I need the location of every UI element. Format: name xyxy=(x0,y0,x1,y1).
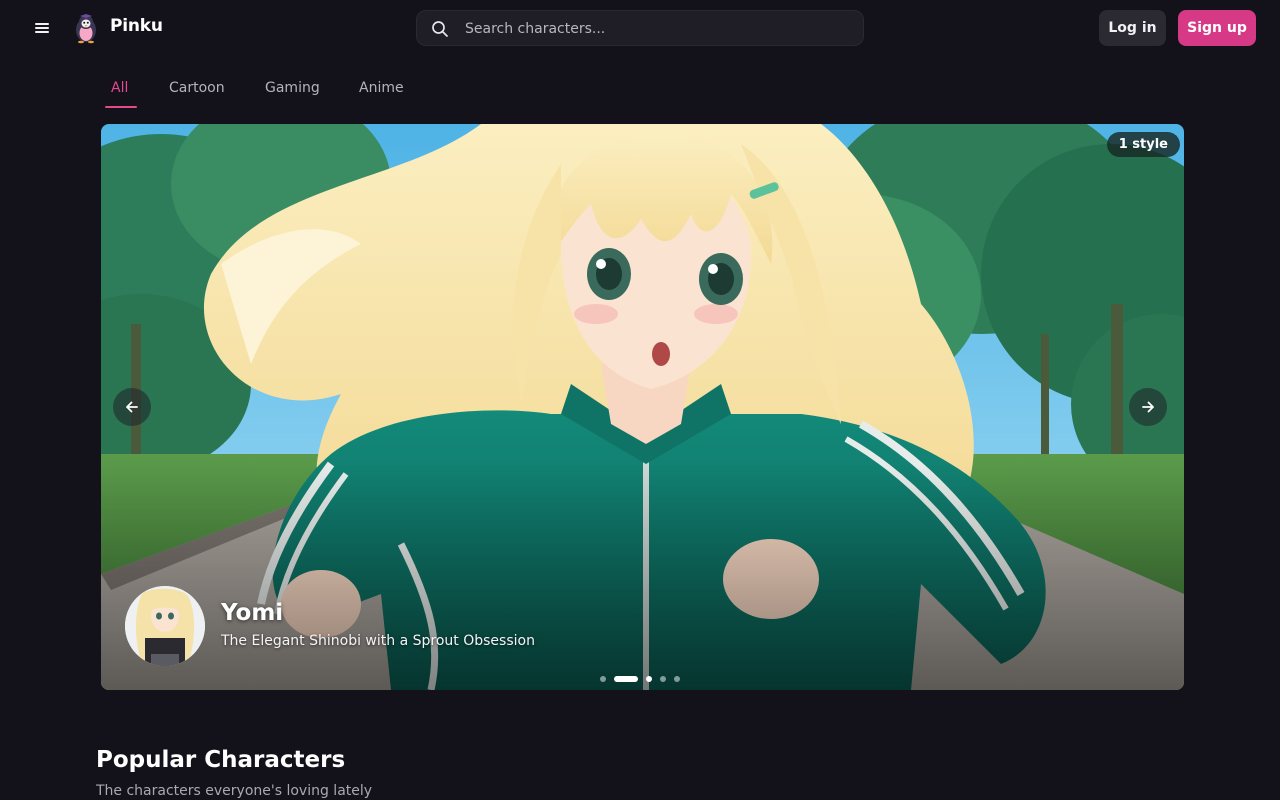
character-name[interactable]: Yomi xyxy=(221,600,283,626)
carousel-next-button[interactable] xyxy=(1129,388,1167,426)
featured-carousel[interactable]: 1 style Yomi The Elegant Shinobi with a … xyxy=(101,124,1184,690)
styles-badge: 1 style xyxy=(1106,132,1180,157)
tab-anime[interactable]: Anime xyxy=(359,80,404,96)
avatar[interactable] xyxy=(125,586,205,666)
carousel-dot-2[interactable] xyxy=(614,676,638,682)
active-tab-indicator xyxy=(105,106,137,108)
carousel-dot-4[interactable] xyxy=(660,676,666,682)
search-input[interactable] xyxy=(465,19,845,39)
search-bar[interactable] xyxy=(416,10,864,46)
carousel-dot-1[interactable] xyxy=(600,676,606,682)
arrow-right-icon xyxy=(1142,401,1154,413)
section-title-popular: Popular Characters xyxy=(96,747,346,773)
tab-gaming[interactable]: Gaming xyxy=(265,80,320,96)
penguin-logo-icon[interactable] xyxy=(70,12,102,44)
brand-name[interactable]: Pinku xyxy=(110,16,163,36)
menu-icon[interactable] xyxy=(30,16,54,40)
top-header: Pinku Log in Sign up xyxy=(0,0,1280,56)
section-subtitle-popular: The characters everyone's loving lately xyxy=(96,783,373,799)
signup-button[interactable]: Sign up xyxy=(1178,10,1256,46)
carousel-pagination xyxy=(600,676,682,682)
carousel-dot-5[interactable] xyxy=(674,676,680,682)
arrow-left-icon xyxy=(126,401,138,413)
login-button[interactable]: Log in xyxy=(1099,10,1166,46)
tab-all[interactable]: All xyxy=(111,80,128,96)
character-tagline: The Elegant Shinobi with a Sprout Obsess… xyxy=(221,633,535,649)
tab-cartoon[interactable]: Cartoon xyxy=(169,80,225,96)
carousel-dot-3[interactable] xyxy=(646,676,652,682)
search-icon xyxy=(432,21,448,37)
carousel-prev-button[interactable] xyxy=(113,388,151,426)
